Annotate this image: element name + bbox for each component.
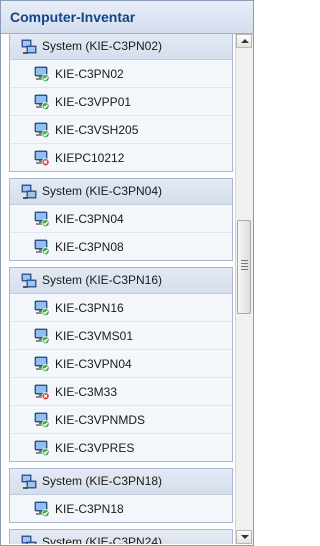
computer-monitor-icon — [34, 150, 50, 167]
computer-name: KIE-C3PN16 — [55, 301, 124, 315]
network-systems-icon — [21, 474, 37, 490]
scroll-down-button[interactable] — [236, 530, 252, 544]
computer-list-item[interactable]: KIE-C3M33 — [10, 378, 232, 406]
computer-name: KIEPC10212 — [55, 151, 125, 165]
system-group: System (KIE-C3PN18) KIE-C3PN18 — [9, 468, 233, 523]
panel-title: Computer-Inventar — [10, 9, 136, 25]
computer-name: KIE-C3VPP01 — [55, 95, 132, 109]
computer-list-item[interactable]: KIE-C3VPN04 — [10, 350, 232, 378]
computer-monitor-icon — [34, 239, 50, 256]
computer-monitor-icon — [34, 94, 50, 111]
system-group-label: System (KIE-C3PN24) — [42, 535, 163, 544]
grip-line — [241, 269, 248, 270]
computer-list-item[interactable]: KIE-C3VSH205 — [10, 116, 232, 144]
computer-monitor-icon — [34, 501, 50, 518]
computer-name: KIE-C3PN18 — [55, 502, 124, 516]
computer-list-item[interactable]: KIE-C3PN04 — [10, 205, 232, 233]
system-group: System (KIE-C3PN16) KIE-C3PN16 KIE-C3VMS01… — [9, 267, 233, 462]
system-group-header[interactable]: System (KIE-C3PN24) — [10, 530, 232, 544]
computer-monitor-icon — [34, 211, 50, 228]
arrow-down-icon — [241, 535, 249, 539]
computer-name: KIE-C3VSH205 — [55, 123, 139, 137]
inventory-list[interactable]: System (KIE-C3PN02) KIE-C3PN02 KIE-C3VPP01… — [4, 34, 235, 544]
grip-line — [241, 263, 248, 264]
network-systems-icon — [21, 535, 37, 544]
computer-monitor-icon — [34, 328, 50, 345]
computer-name: KIE-C3VPN04 — [55, 357, 132, 371]
computer-name: KIE-C3PN02 — [55, 67, 124, 81]
computer-monitor-icon — [34, 66, 50, 83]
computer-list-item[interactable]: KIE-C3PN18 — [10, 495, 232, 522]
computer-name: KIE-C3VPNMDS — [55, 413, 146, 427]
arrow-up-icon — [241, 39, 249, 43]
computer-list-item[interactable]: KIE-C3VMS01 — [10, 322, 232, 350]
network-systems-icon — [21, 184, 37, 200]
computer-name: KIE-C3VMS01 — [55, 329, 134, 343]
system-group-header[interactable]: System (KIE-C3PN04) — [10, 179, 232, 205]
system-group-header[interactable]: System (KIE-C3PN18) — [10, 469, 232, 495]
system-group-label: System (KIE-C3PN02) — [42, 39, 163, 53]
computer-name: KIE-C3PN08 — [55, 240, 124, 254]
computer-inventory-panel: Computer-Inventar System (KIE-C3PN02) KIE… — [0, 0, 254, 546]
system-group: System (KIE-C3PN24) — [9, 529, 233, 544]
computer-list-item[interactable]: KIE-C3VPNMDS — [10, 406, 232, 434]
computer-list-item[interactable]: KIEPC10212 — [10, 144, 232, 171]
network-systems-icon — [21, 273, 37, 289]
computer-list-item[interactable]: KIE-C3PN16 — [10, 294, 232, 322]
system-group-label: System (KIE-C3PN18) — [42, 474, 163, 488]
panel-header: Computer-Inventar — [1, 1, 253, 34]
computer-monitor-icon — [34, 440, 50, 457]
computer-list-item[interactable]: KIE-C3PN08 — [10, 233, 232, 260]
system-group-label: System (KIE-C3PN16) — [42, 273, 163, 287]
scroll-thumb[interactable] — [237, 220, 251, 314]
computer-name: KIE-C3VPRES — [55, 441, 135, 455]
system-group: System (KIE-C3PN04) KIE-C3PN04 KIE-C3PN08 — [9, 178, 233, 261]
computer-list-item[interactable]: KIE-C3VPRES — [10, 434, 232, 461]
system-group-header[interactable]: System (KIE-C3PN02) — [10, 34, 232, 60]
system-group-label: System (KIE-C3PN04) — [42, 184, 163, 198]
grip-line — [241, 260, 248, 261]
computer-monitor-icon — [34, 122, 50, 139]
computer-name: KIE-C3M33 — [55, 385, 118, 399]
computer-monitor-icon — [34, 300, 50, 317]
computer-monitor-icon — [34, 356, 50, 373]
computer-monitor-icon — [34, 384, 50, 401]
computer-list-item[interactable]: KIE-C3PN02 — [10, 60, 232, 88]
system-group-header[interactable]: System (KIE-C3PN16) — [10, 268, 232, 294]
scroll-up-button[interactable] — [236, 34, 252, 48]
vertical-scrollbar[interactable] — [235, 34, 253, 544]
system-group: System (KIE-C3PN02) KIE-C3PN02 KIE-C3VPP01… — [9, 34, 233, 172]
computer-list-item[interactable]: KIE-C3VPP01 — [10, 88, 232, 116]
grip-line — [241, 266, 248, 267]
computer-name: KIE-C3PN04 — [55, 212, 124, 226]
network-systems-icon — [21, 39, 37, 55]
computer-monitor-icon — [34, 412, 50, 429]
